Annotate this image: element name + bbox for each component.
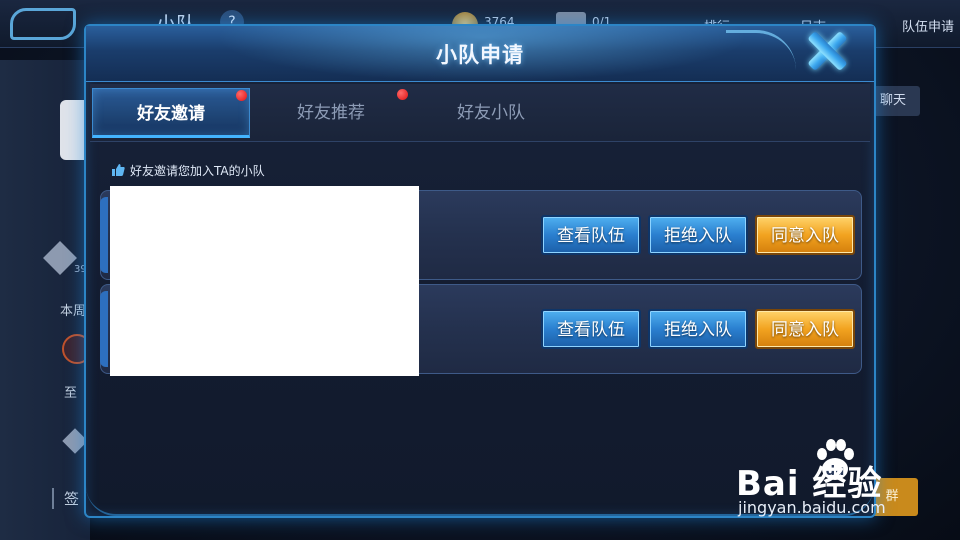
tab-label: 好友邀请 bbox=[137, 104, 205, 124]
invite-subtitle: 好友邀请您加入TA的小队 bbox=[130, 164, 265, 178]
reject-join-button[interactable]: 拒绝入队 bbox=[648, 309, 748, 349]
tab-bar: 好友邀请 好友推荐 好友小队 bbox=[90, 84, 870, 142]
header-decoration bbox=[726, 30, 796, 80]
team-apply-link[interactable]: 队伍申请 bbox=[902, 16, 954, 35]
view-team-button[interactable]: 查看队伍 bbox=[541, 215, 641, 255]
tab-friend-teams[interactable]: 好友小队 bbox=[412, 88, 570, 138]
watermark-url: jingyan.baidu.com bbox=[738, 498, 886, 517]
notification-dot-icon bbox=[236, 90, 247, 101]
notification-dot-icon bbox=[397, 89, 408, 100]
background-label-to: 至 bbox=[64, 386, 78, 401]
tab-friend-invites[interactable]: 好友邀请 bbox=[92, 88, 250, 138]
thumbs-up-icon bbox=[112, 164, 125, 176]
view-team-button[interactable]: 查看队伍 bbox=[541, 309, 641, 349]
tab-friend-recommend[interactable]: 好友推荐 bbox=[252, 88, 410, 138]
close-icon[interactable] bbox=[804, 30, 850, 72]
game-screen: 小队 ? 3764 0/1 排行 日志 队伍申请 聊天 39 本周 至 签 群 … bbox=[0, 0, 960, 540]
background-label-week: 本周 bbox=[60, 304, 87, 319]
accept-join-button[interactable]: 同意入队 bbox=[755, 309, 855, 349]
reject-join-button[interactable]: 拒绝入队 bbox=[648, 215, 748, 255]
accept-join-button[interactable]: 同意入队 bbox=[755, 215, 855, 255]
tab-label: 好友推荐 bbox=[297, 103, 365, 123]
tab-label: 好友小队 bbox=[457, 103, 525, 123]
background-label-sign: 签 bbox=[52, 488, 79, 509]
back-button[interactable] bbox=[10, 8, 76, 40]
baidu-watermark: du Bai 经验 jingyan.baidu.com bbox=[736, 436, 946, 526]
redacted-area bbox=[110, 186, 419, 376]
dialog-header: 小队申请 bbox=[86, 26, 874, 82]
